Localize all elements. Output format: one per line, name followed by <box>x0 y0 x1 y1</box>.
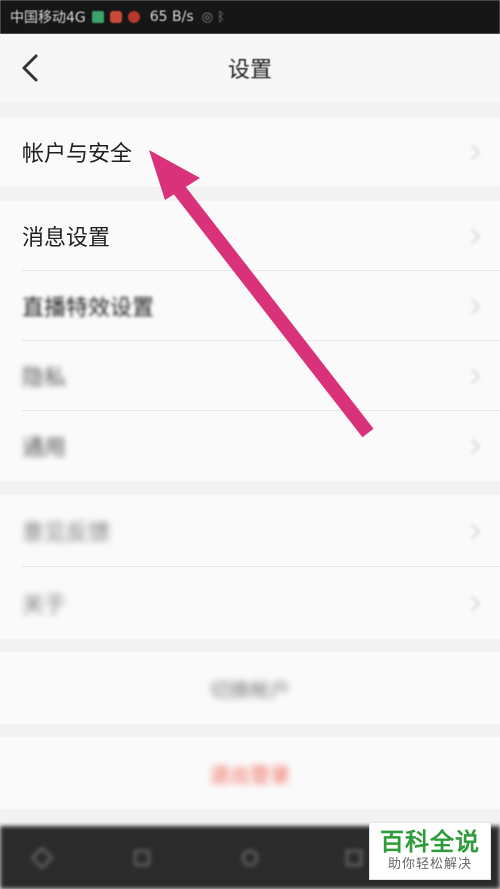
chevron-right-icon <box>464 523 481 540</box>
switch-account-button[interactable]: 切换帐户 <box>0 652 500 724</box>
switch-account-label: 切换帐户 <box>210 677 290 702</box>
settings-item-label: 直播特效设置 <box>22 296 155 321</box>
settings-item-privacy[interactable]: 隐私 <box>0 341 500 411</box>
watermark-subtitle: 助你轻松解决 <box>387 857 472 872</box>
settings-item-label: 隐私 <box>22 366 67 391</box>
chevron-right-icon <box>464 298 481 315</box>
logout-button[interactable]: 退出登录 <box>0 737 500 809</box>
chevron-right-icon <box>464 228 481 245</box>
settings-item-account-security[interactable]: 帐户与安全 <box>0 117 500 187</box>
chevron-right-icon <box>464 438 481 455</box>
status-bar: 中国移动4G 65 B/s ◎ ᛒ <box>0 0 500 34</box>
settings-item-label: 关于 <box>22 593 67 618</box>
chevron-right-icon <box>464 368 481 385</box>
settings-item-message[interactable]: 消息设置 <box>0 201 500 271</box>
settings-group-main: 消息设置 直播特效设置 隐私 通用 <box>0 201 500 481</box>
back-arrow-icon[interactable] <box>18 52 48 84</box>
watermark-title: 百科全说 <box>380 828 480 856</box>
nav-back-icon[interactable] <box>30 846 54 870</box>
switch-account-group: 切换帐户 <box>0 652 500 724</box>
logout-group: 退出登录 <box>0 737 500 809</box>
nav-back-icon[interactable] <box>134 850 150 866</box>
settings-item-label: 帐户与安全 <box>22 142 133 167</box>
network-speed: 65 B/s <box>149 9 194 25</box>
settings-item-live-effects[interactable]: 直播特效设置 <box>0 271 500 341</box>
carrier-label: 中国移动4G <box>10 10 86 26</box>
settings-item-label: 消息设置 <box>22 226 111 251</box>
nav-home-icon[interactable] <box>242 850 258 866</box>
settings-item-feedback[interactable]: 意见反馈 <box>0 495 500 567</box>
status-icons: ◎ ᛒ <box>201 9 225 25</box>
watermark-logo: 百科全说 助你轻松解决 <box>369 822 491 880</box>
nav-bar: 设置 <box>0 34 500 102</box>
chevron-right-icon <box>464 144 481 161</box>
page-title: 设置 <box>227 58 272 83</box>
settings-group-about: 意见反馈 关于 <box>0 495 500 639</box>
settings-item-general[interactable]: 通用 <box>0 411 500 481</box>
settings-item-label: 意见反馈 <box>22 521 111 546</box>
app-notification-icon <box>127 11 140 23</box>
settings-group-account: 帐户与安全 <box>0 117 500 187</box>
logout-label: 退出登录 <box>210 762 290 787</box>
settings-item-about[interactable]: 关于 <box>0 567 500 639</box>
settings-item-label: 通用 <box>22 436 67 461</box>
nav-recents-icon[interactable] <box>346 850 362 866</box>
chevron-right-icon <box>464 595 481 612</box>
app-notification-icon <box>109 11 122 23</box>
app-notification-icon <box>91 11 104 23</box>
